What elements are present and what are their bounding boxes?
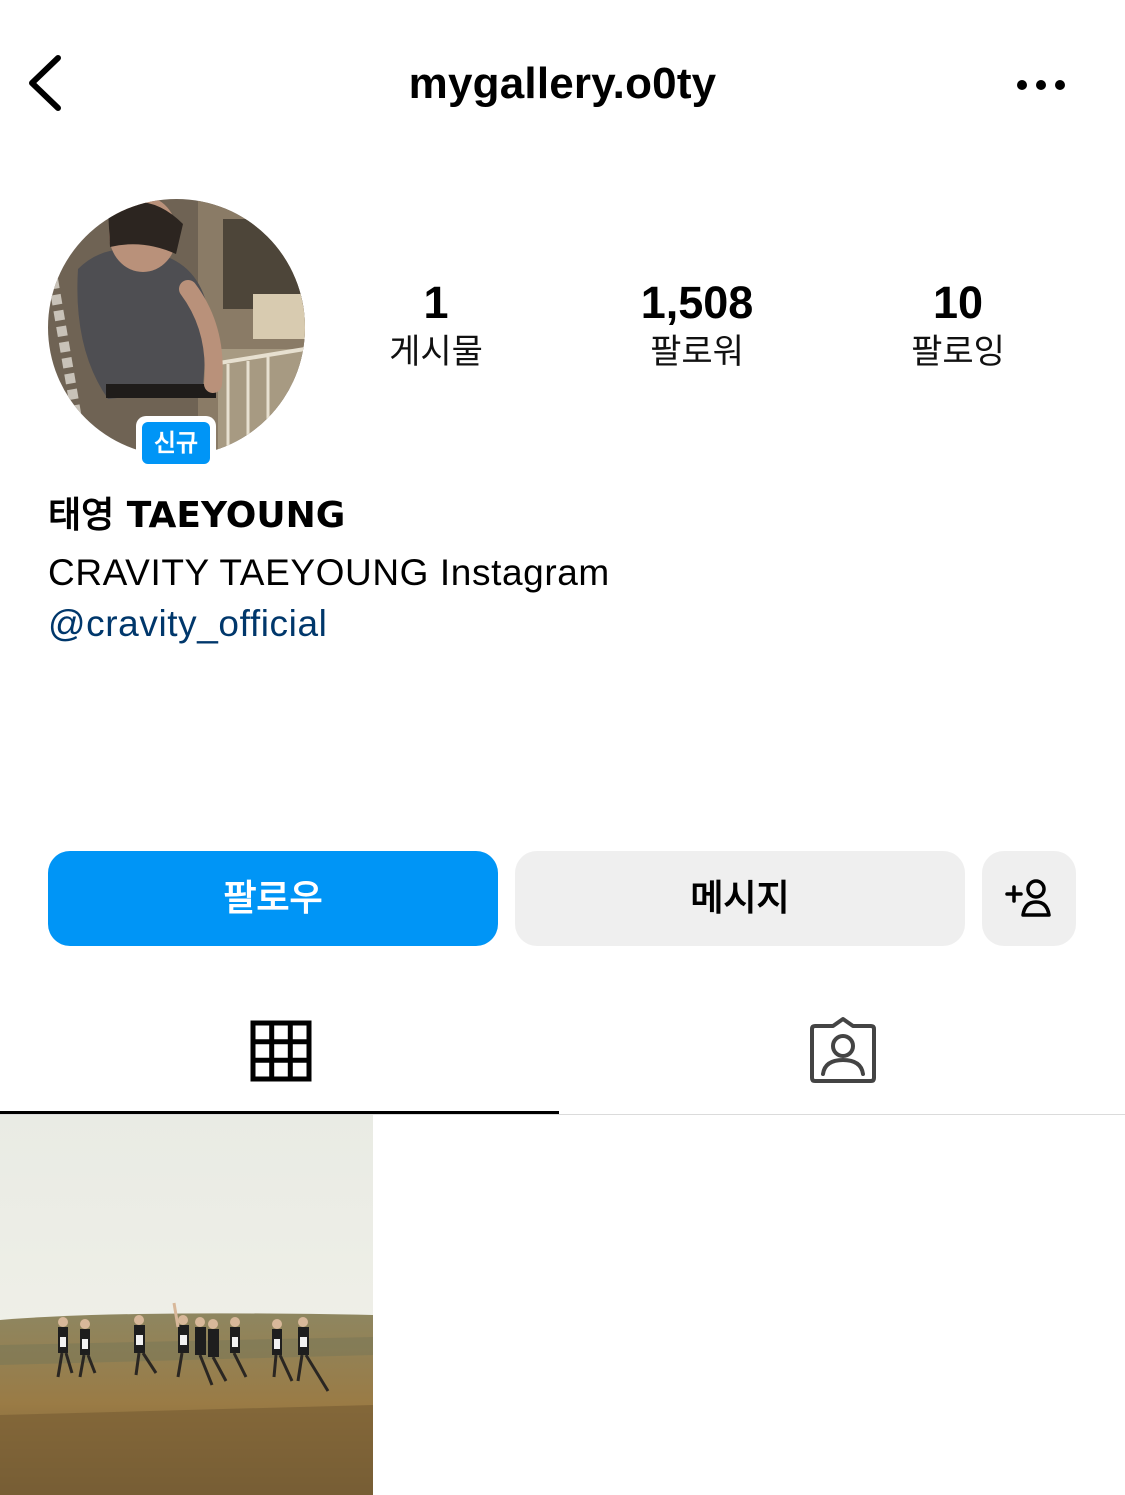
grid-icon xyxy=(250,1020,312,1082)
followers-label: 팔로워 xyxy=(650,332,744,372)
followers-stat[interactable]: 1,508 팔로워 xyxy=(582,278,812,376)
bio-text: CRAVITY TAEYOUNG Instagram xyxy=(48,552,610,593)
followers-count: 1,508 xyxy=(640,277,754,328)
more-options-button[interactable] xyxy=(1010,70,1072,100)
posts-stat[interactable]: 1 게시물 xyxy=(321,278,551,376)
tab-posts-grid[interactable] xyxy=(0,996,562,1114)
posts-label: 게시물 xyxy=(389,332,483,372)
display-name: 태영 TAEYOUNG xyxy=(48,495,346,536)
following-count: 10 xyxy=(932,277,984,328)
mention-link[interactable]: @cravity_official xyxy=(48,601,327,647)
new-badge: 신규 xyxy=(136,416,216,470)
suggested-users-button[interactable] xyxy=(982,851,1076,946)
new-badge-label: 신규 xyxy=(142,422,210,464)
posts-count: 1 xyxy=(423,277,449,328)
profile-header: mygallery.o0ty xyxy=(0,0,1125,170)
profile-username: mygallery.o0ty xyxy=(408,59,717,108)
follow-button[interactable]: 팔로우 xyxy=(48,851,498,946)
add-person-icon xyxy=(1005,879,1051,917)
post-thumbnail[interactable] xyxy=(0,1115,373,1495)
following-label: 팔로잉 xyxy=(911,332,1005,372)
tab-tagged[interactable] xyxy=(562,996,1125,1114)
more-horizontal-icon xyxy=(1017,80,1065,90)
following-stat[interactable]: 10 팔로잉 xyxy=(843,278,1073,376)
tagged-person-icon xyxy=(810,1017,876,1083)
message-button[interactable]: 메시지 xyxy=(515,851,965,946)
post-image xyxy=(0,1115,373,1495)
